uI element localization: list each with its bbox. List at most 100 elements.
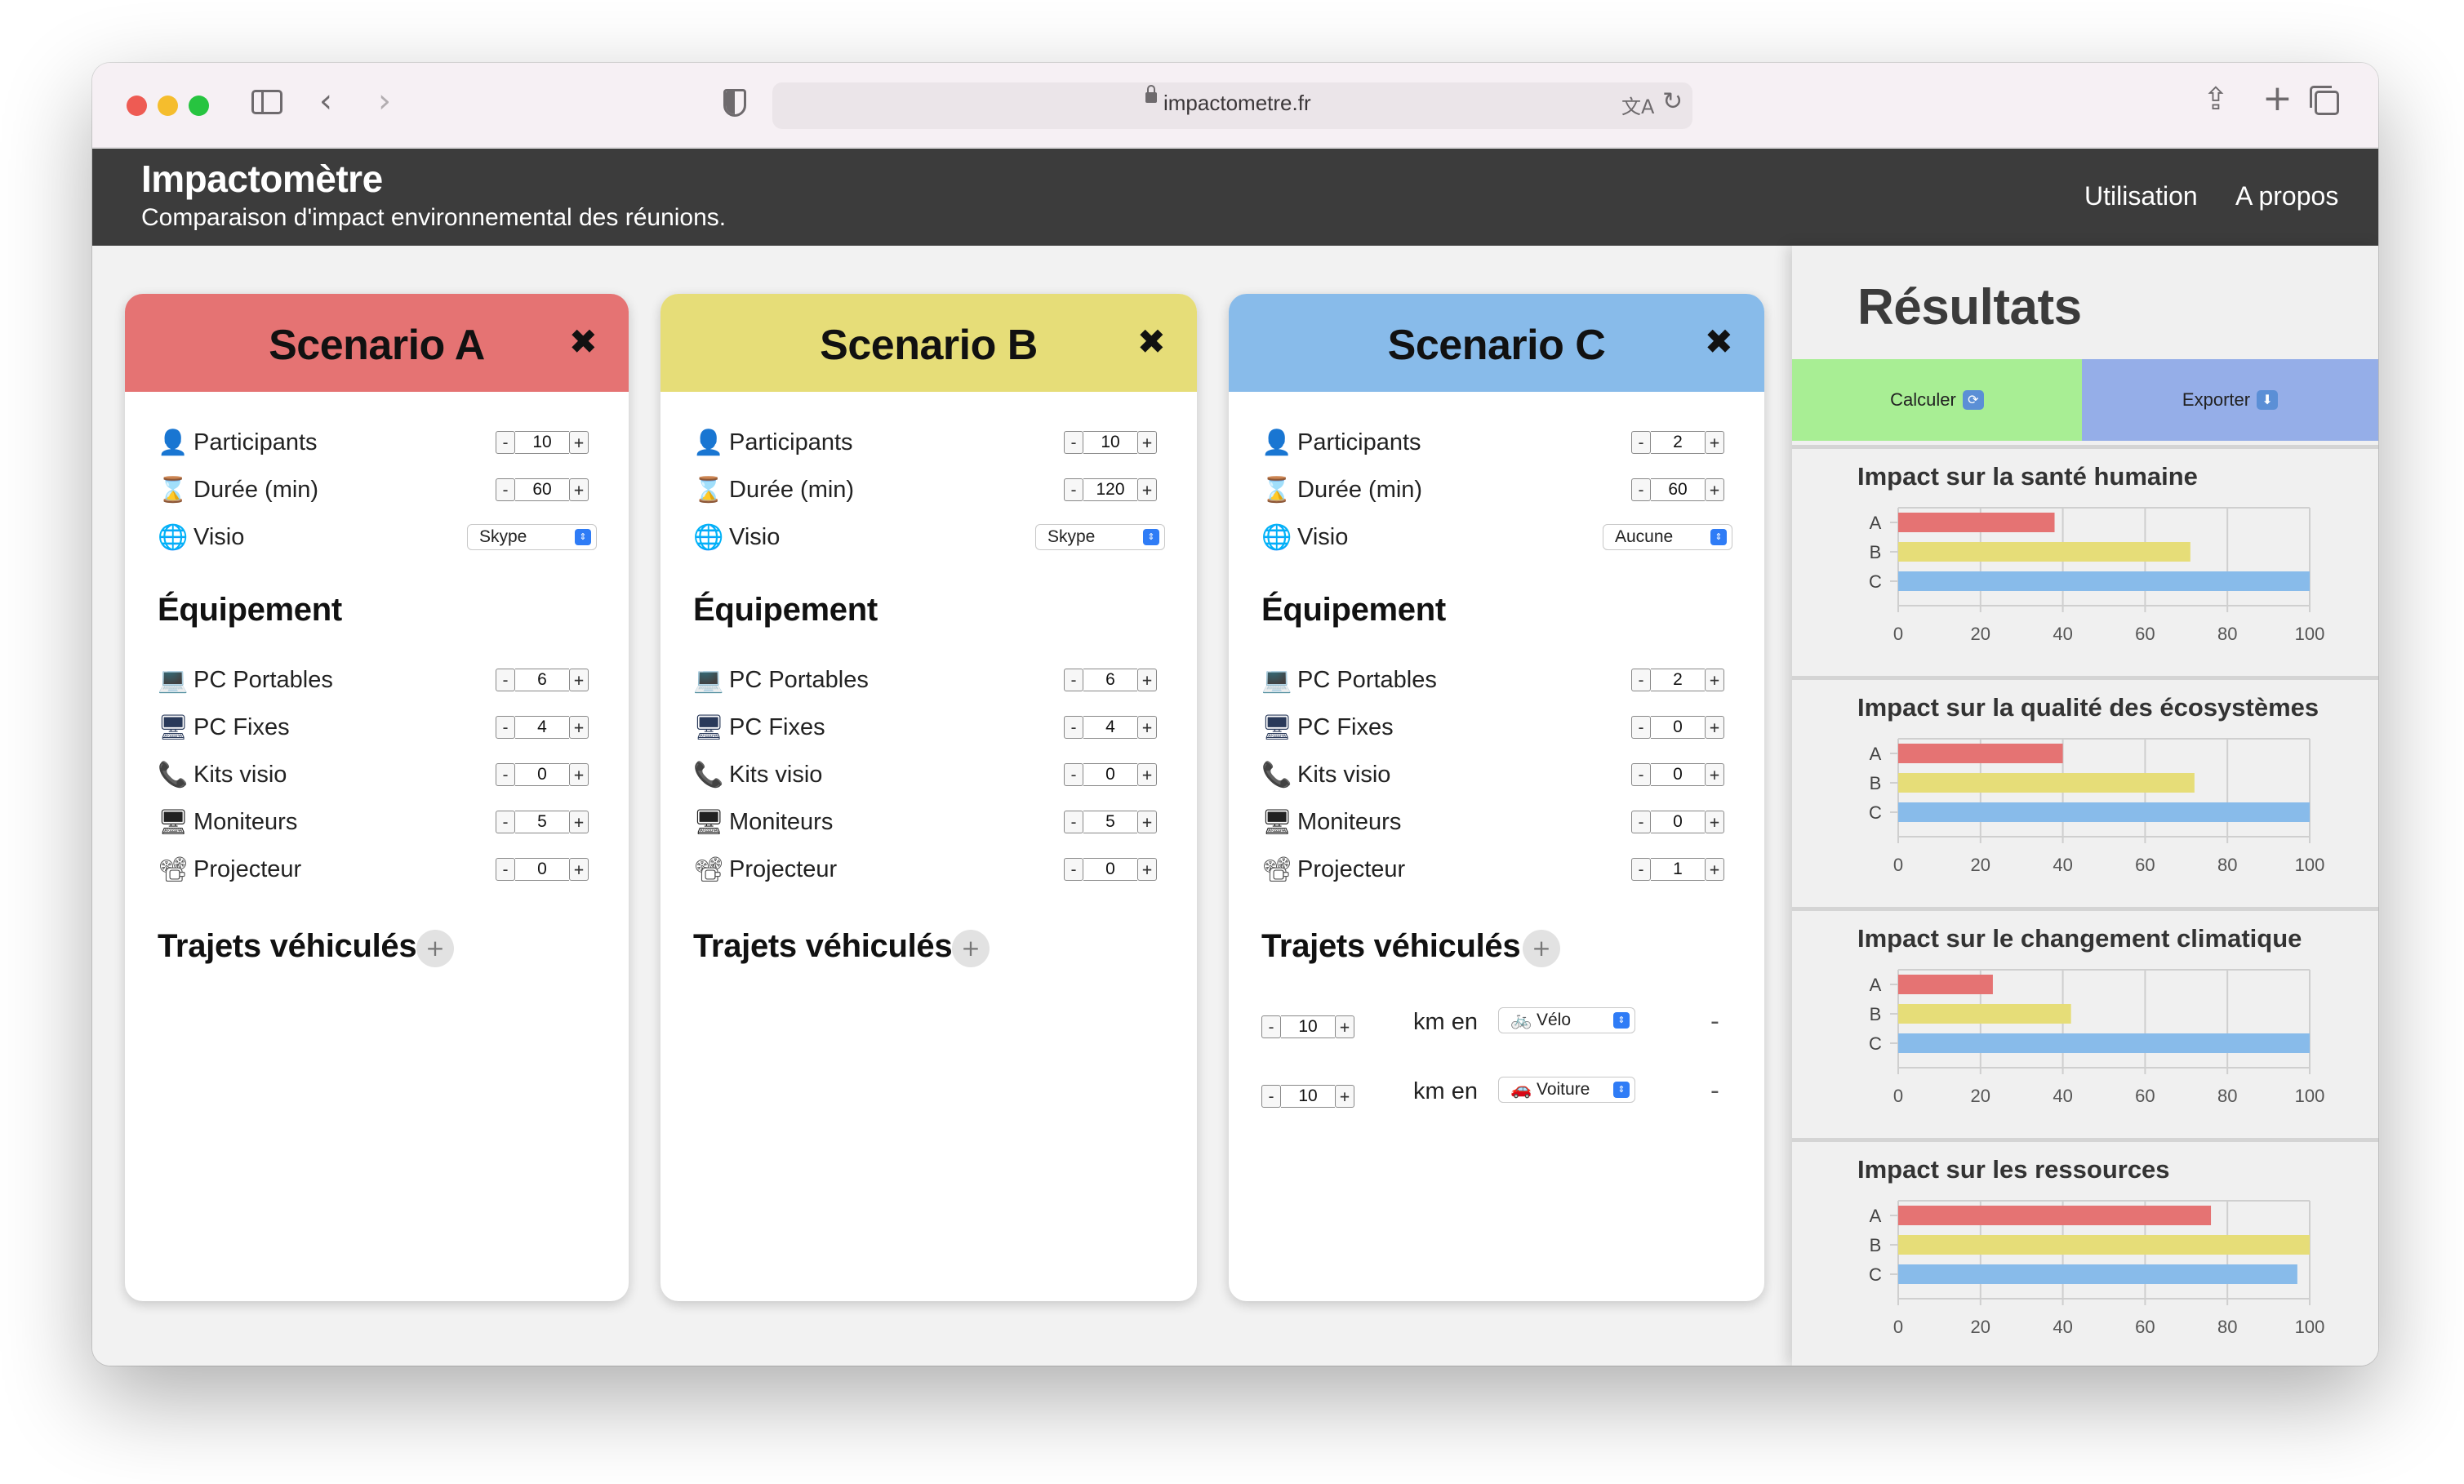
- add-trip-button[interactable]: +: [416, 930, 454, 967]
- desktops-increment-button[interactable]: +: [569, 716, 589, 739]
- bar-scenario-a[interactable]: [1898, 975, 1993, 994]
- monitors-increment-button[interactable]: +: [1705, 811, 1724, 833]
- laptops-stepper[interactable]: -6 +: [1064, 669, 1157, 691]
- participants-increment-button[interactable]: +: [1137, 431, 1157, 454]
- projector-value[interactable]: 0: [515, 858, 569, 881]
- new-tab-icon[interactable]: +: [2262, 78, 2293, 119]
- translate-icon[interactable]: 文A: [1621, 91, 1654, 119]
- desktops-decrement-button[interactable]: -: [1631, 716, 1651, 739]
- projector-decrement-button[interactable]: -: [1631, 858, 1651, 881]
- calculate-button[interactable]: Calculer ⟳: [1792, 359, 2082, 441]
- visio-kits-stepper[interactable]: -0 +: [1064, 763, 1157, 786]
- trip-km-increment-button[interactable]: +: [1335, 1015, 1354, 1038]
- reload-icon[interactable]: ↻: [1662, 87, 1683, 116]
- monitors-decrement-button[interactable]: -: [496, 811, 515, 833]
- desktops-value[interactable]: 4: [1083, 716, 1137, 739]
- vehicle-select[interactable]: 🚲 Vélo ⇕: [1498, 1007, 1635, 1033]
- laptops-increment-button[interactable]: +: [1705, 669, 1724, 691]
- monitors-value[interactable]: 0: [1651, 811, 1705, 833]
- bar-scenario-c[interactable]: [1898, 571, 2310, 591]
- tab-overview-icon[interactable]: [2310, 86, 2339, 115]
- bar-scenario-b[interactable]: [1898, 1004, 2071, 1024]
- projector-stepper[interactable]: -0 +: [1064, 858, 1157, 881]
- monitors-increment-button[interactable]: +: [1137, 811, 1157, 833]
- visio-kits-increment-button[interactable]: +: [1705, 763, 1724, 786]
- desktops-stepper[interactable]: -0 +: [1631, 716, 1724, 739]
- back-icon[interactable]: ‹: [319, 82, 332, 120]
- visio-kits-decrement-button[interactable]: -: [496, 763, 515, 786]
- minimize-window-button[interactable]: [158, 96, 178, 116]
- monitors-stepper[interactable]: -5 +: [1064, 811, 1157, 833]
- vehicle-select[interactable]: 🚗 Voiture ⇕: [1498, 1077, 1635, 1103]
- laptops-increment-button[interactable]: +: [569, 669, 589, 691]
- duration-value[interactable]: 120: [1083, 478, 1137, 501]
- participants-decrement-button[interactable]: -: [496, 431, 515, 454]
- bar-scenario-c[interactable]: [1898, 1264, 2297, 1284]
- desktops-increment-button[interactable]: +: [1137, 716, 1157, 739]
- bar-scenario-c[interactable]: [1898, 1033, 2310, 1053]
- privacy-shield-icon[interactable]: [723, 89, 746, 117]
- participants-value[interactable]: 10: [515, 431, 569, 454]
- visio-kits-decrement-button[interactable]: -: [1064, 763, 1083, 786]
- desktops-value[interactable]: 4: [515, 716, 569, 739]
- close-window-button[interactable]: [127, 96, 147, 116]
- laptops-decrement-button[interactable]: -: [496, 669, 515, 691]
- visio-select[interactable]: Aucune ⇕: [1603, 524, 1732, 550]
- url-text[interactable]: impactometre.fr: [1163, 91, 1311, 116]
- bar-scenario-a[interactable]: [1898, 744, 2063, 763]
- close-scenario-icon[interactable]: ✖: [569, 322, 598, 362]
- projector-stepper[interactable]: -0 +: [496, 858, 589, 881]
- bar-scenario-a[interactable]: [1898, 513, 2055, 532]
- visio-kits-value[interactable]: 0: [1651, 763, 1705, 786]
- laptops-decrement-button[interactable]: -: [1631, 669, 1651, 691]
- bar-scenario-b[interactable]: [1898, 542, 2190, 562]
- projector-decrement-button[interactable]: -: [496, 858, 515, 881]
- nav-usage-link[interactable]: Utilisation: [2084, 181, 2198, 211]
- visio-kits-decrement-button[interactable]: -: [1631, 763, 1651, 786]
- monitors-value[interactable]: 5: [515, 811, 569, 833]
- visio-select[interactable]: Skype ⇕: [467, 524, 597, 550]
- participants-stepper[interactable]: -10 +: [496, 431, 589, 454]
- trip-km-value[interactable]: 10: [1281, 1085, 1335, 1108]
- duration-decrement-button[interactable]: -: [496, 478, 515, 501]
- projector-decrement-button[interactable]: -: [1064, 858, 1083, 881]
- visio-kits-increment-button[interactable]: +: [1137, 763, 1157, 786]
- desktops-decrement-button[interactable]: -: [496, 716, 515, 739]
- duration-value[interactable]: 60: [1651, 478, 1705, 501]
- monitors-stepper[interactable]: -5 +: [496, 811, 589, 833]
- close-scenario-icon[interactable]: ✖: [1137, 322, 1166, 362]
- visio-kits-increment-button[interactable]: +: [569, 763, 589, 786]
- projector-value[interactable]: 0: [1083, 858, 1137, 881]
- laptops-stepper[interactable]: -6 +: [496, 669, 589, 691]
- visio-kits-value[interactable]: 0: [515, 763, 569, 786]
- laptops-stepper[interactable]: -2 +: [1631, 669, 1724, 691]
- site-title[interactable]: Impactomètre: [141, 157, 383, 201]
- monitors-decrement-button[interactable]: -: [1064, 811, 1083, 833]
- projector-increment-button[interactable]: +: [1705, 858, 1724, 881]
- participants-decrement-button[interactable]: -: [1631, 431, 1651, 454]
- duration-stepper[interactable]: -120 +: [1064, 478, 1157, 501]
- duration-stepper[interactable]: -60 +: [496, 478, 589, 501]
- visio-select[interactable]: Skype ⇕: [1035, 524, 1165, 550]
- bar-scenario-b[interactable]: [1898, 773, 2195, 793]
- laptops-value[interactable]: 2: [1651, 669, 1705, 691]
- trip-km-decrement-button[interactable]: -: [1261, 1085, 1281, 1108]
- participants-decrement-button[interactable]: -: [1064, 431, 1083, 454]
- desktops-stepper[interactable]: -4 +: [1064, 716, 1157, 739]
- participants-value[interactable]: 2: [1651, 431, 1705, 454]
- laptops-decrement-button[interactable]: -: [1064, 669, 1083, 691]
- duration-increment-button[interactable]: +: [1705, 478, 1724, 501]
- laptops-value[interactable]: 6: [1083, 669, 1137, 691]
- duration-decrement-button[interactable]: -: [1631, 478, 1651, 501]
- bar-scenario-c[interactable]: [1898, 802, 2310, 822]
- visio-kits-stepper[interactable]: -0 +: [1631, 763, 1724, 786]
- add-trip-button[interactable]: +: [952, 930, 990, 967]
- close-scenario-icon[interactable]: ✖: [1705, 322, 1733, 362]
- laptops-value[interactable]: 6: [515, 669, 569, 691]
- projector-increment-button[interactable]: +: [569, 858, 589, 881]
- monitors-value[interactable]: 5: [1083, 811, 1137, 833]
- duration-value[interactable]: 60: [515, 478, 569, 501]
- trip-km-stepper[interactable]: -10 +: [1261, 1085, 1354, 1108]
- export-button[interactable]: Exporter ⬇: [2082, 359, 2378, 441]
- add-trip-button[interactable]: +: [1523, 930, 1560, 967]
